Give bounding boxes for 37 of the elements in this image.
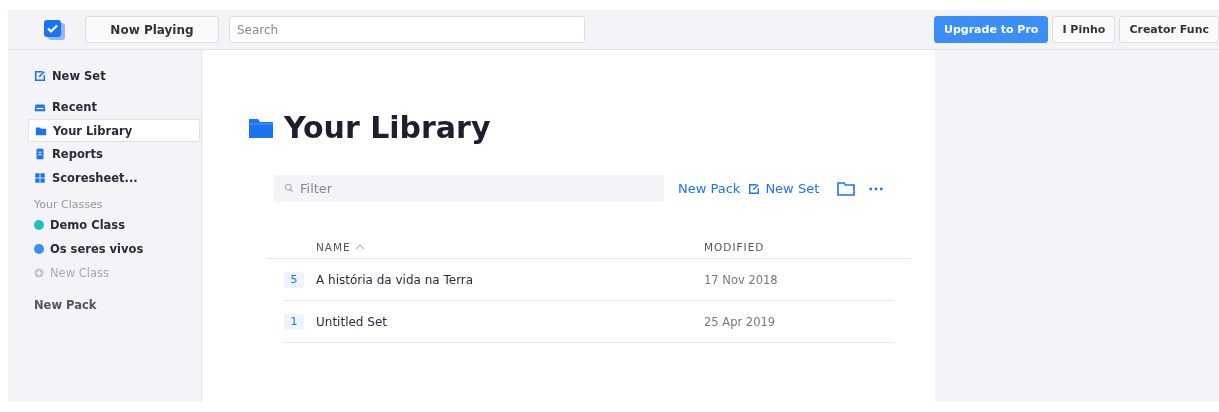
search-field[interactable]: Search	[229, 16, 585, 43]
folder-icon	[248, 116, 274, 139]
filter-field[interactable]: Filter	[274, 175, 664, 202]
folder-icon[interactable]	[837, 181, 856, 196]
section-heading: Your Classes	[33, 197, 104, 213]
modified-date: 25 Apr 2019	[704, 314, 776, 329]
sidebar-item[interactable]: Your Library	[28, 119, 200, 142]
page-title: Your Library	[284, 110, 491, 145]
sidebar-item[interactable]: Reports	[28, 142, 103, 166]
new-set-link[interactable]: New Set	[748, 181, 820, 196]
set-name[interactable]: A história da vida na Terra	[316, 272, 704, 287]
checkbox-logo-icon[interactable]	[43, 18, 67, 41]
top-button[interactable]: Creator Func	[1119, 16, 1219, 43]
sidebar-item[interactable]: Scoresheet...	[28, 166, 138, 190]
set-name[interactable]: Untitled Set	[316, 314, 704, 329]
column-header[interactable]: NAME	[316, 241, 704, 253]
new-pack-link[interactable]: New Pack	[28, 293, 97, 317]
new-pack-link[interactable]: New Pack	[678, 181, 741, 196]
modified-date: 17 Nov 2018	[704, 272, 778, 287]
tray-icon	[34, 101, 46, 113]
sidebar-item[interactable]: Recent	[28, 95, 97, 119]
count-badge: 1	[284, 313, 304, 330]
class-item[interactable]: Demo Class	[28, 213, 126, 237]
plus-circle-icon	[34, 268, 44, 278]
now-playing-button[interactable]: Now Playing	[85, 16, 219, 43]
count-badge: 5	[284, 271, 304, 288]
sort-caret-icon	[354, 244, 365, 250]
document-icon	[34, 148, 46, 160]
column-header[interactable]: MODIFIED	[704, 241, 765, 253]
class-item[interactable]: Os seres vivos	[28, 237, 144, 261]
search-icon	[284, 183, 294, 193]
edit-icon	[748, 182, 761, 195]
grid-icon	[34, 172, 46, 184]
top-button[interactable]: I Pinho	[1052, 16, 1116, 43]
edit-icon	[34, 70, 46, 82]
more-icon[interactable]	[869, 186, 884, 191]
new-set-link[interactable]: New Set	[28, 64, 106, 88]
